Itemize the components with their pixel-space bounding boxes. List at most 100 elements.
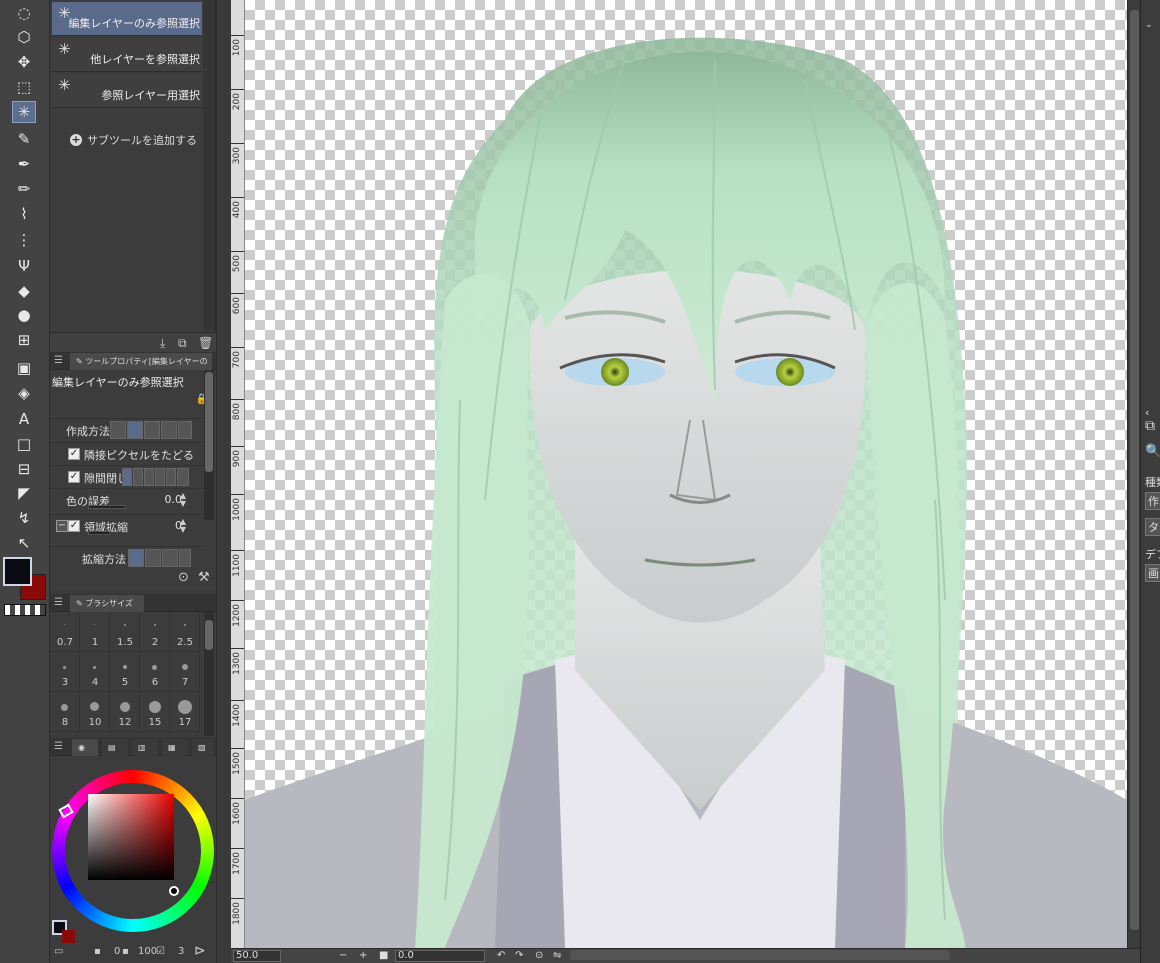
transparent-color-swatch[interactable]	[4, 604, 46, 616]
subtool-item-reference-layer[interactable]: ✳ 参照レイヤー用選択	[52, 74, 202, 108]
duplicate-icon[interactable]: ⧉	[178, 336, 187, 351]
play-icon[interactable]: ⊳	[194, 943, 206, 959]
brush-size-cell[interactable]: 17	[170, 692, 200, 732]
gradient-icon[interactable]: ▣	[12, 357, 36, 379]
brush-size-cell[interactable]: 6	[140, 652, 170, 692]
blend-icon[interactable]: ●	[12, 304, 36, 326]
spinner-icon[interactable]: ▲ ▼	[180, 492, 186, 508]
brush-icon[interactable]: ⌇	[12, 203, 36, 225]
eyedropper-icon[interactable]: ✎	[12, 128, 36, 150]
tab-color-set[interactable]: ▥	[132, 739, 158, 756]
brush-size-cell[interactable]: 5	[110, 652, 140, 692]
color-tolerance-slider[interactable]	[88, 505, 126, 509]
main-color-swatch[interactable]	[3, 557, 32, 586]
move-icon[interactable]: ✥	[12, 51, 36, 73]
drawing-canvas[interactable]	[245, 0, 1127, 948]
scaling-method-buttons[interactable]	[128, 549, 191, 567]
save-icon[interactable]: ▪	[94, 946, 101, 957]
brush-size-cell[interactable]: 2.5	[170, 612, 200, 652]
reset-icon[interactable]: ⊙	[178, 570, 189, 585]
frame-icon[interactable]: ⊟	[12, 458, 36, 480]
chevron-right-icon[interactable]	[177, 468, 189, 486]
collapse-icon[interactable]: −	[56, 520, 68, 532]
flip-icon[interactable]: ⇋	[553, 950, 561, 961]
fill-icon[interactable]: ◈	[12, 382, 36, 404]
tab-intermediate-color[interactable]: ▦	[162, 739, 188, 756]
scaling-square-button[interactable]	[128, 549, 144, 567]
brush-size-cell[interactable]: 1.5	[110, 612, 140, 652]
wrench-icon[interactable]: ⚒	[198, 570, 210, 585]
figure-icon[interactable]: □	[12, 433, 36, 455]
saturation-value-marker[interactable]	[169, 886, 179, 896]
brush-size-cell[interactable]: 1	[80, 612, 110, 652]
import-icon[interactable]: ⤓	[160, 336, 165, 351]
creation-method-buttons[interactable]	[110, 421, 192, 439]
screen-field[interactable]: 画	[1145, 564, 1160, 582]
transparent-swatch-icon[interactable]: ▭	[54, 946, 63, 957]
tab-tool-property[interactable]: ✎ ツールプロパティ[編集レイヤーの	[70, 353, 212, 370]
new-selection-button[interactable]	[110, 421, 126, 439]
add-subtool-button[interactable]: + サブツールを追加する	[70, 132, 197, 148]
adjacent-pixels-checkbox[interactable]: ✓	[68, 448, 80, 460]
intersect-selection-button[interactable]	[161, 421, 177, 439]
scaling-round-button[interactable]	[145, 549, 161, 567]
rotate-left-icon[interactable]: ↶	[497, 950, 505, 961]
scroll-thumb[interactable]	[1130, 10, 1139, 930]
brush-size-cell[interactable]: 15	[140, 692, 170, 732]
area-scaling-checkbox[interactable]: ✓	[68, 520, 80, 532]
gap-level-1[interactable]	[122, 468, 132, 486]
text-icon[interactable]: A	[12, 408, 36, 430]
magic-wand-icon[interactable]: ✳	[12, 101, 36, 123]
property-scrollbar[interactable]	[204, 370, 214, 520]
brush-size-cell[interactable]: 0.7	[50, 612, 80, 652]
ruler-icon[interactable]: ◤	[12, 482, 36, 504]
scaling-blur-button[interactable]	[162, 549, 178, 567]
tab-approximate-color[interactable]: ▧	[192, 739, 214, 756]
gap-level-3[interactable]	[144, 468, 154, 486]
search-icon[interactable]: 🔍	[1145, 444, 1160, 459]
grid-icon[interactable]: ⊞	[12, 329, 36, 351]
chevron-down-icon[interactable]	[179, 549, 191, 567]
chevron-down-icon[interactable]: ⌄	[1145, 20, 1153, 30]
reset-rotation-icon[interactable]: ⊙	[535, 950, 543, 961]
subtool-scrollbar[interactable]	[203, 0, 215, 330]
subtract-selection-button[interactable]	[144, 421, 160, 439]
zoom-field[interactable]: 50.0	[233, 950, 281, 962]
tab-color-wheel[interactable]: ◉	[72, 739, 98, 756]
square-icon[interactable]: ■	[379, 950, 388, 961]
eraser-icon[interactable]: ◆	[12, 280, 36, 302]
brush-size-cell[interactable]: 2	[140, 612, 170, 652]
spinner-icon[interactable]: ▲ ▼	[180, 518, 186, 534]
brush-size-cell[interactable]: 10	[80, 692, 110, 732]
subtool-item-other-layer[interactable]: ✳ 他レイヤーを参照選択	[52, 38, 202, 72]
scroll-thumb[interactable]	[205, 372, 213, 472]
tab-brush-size[interactable]: ✎ ブラシサイズ	[70, 595, 144, 612]
lasso-select-icon[interactable]: ◌	[12, 2, 36, 24]
subtool-item-edit-layer-only[interactable]: ✳ 編集レイヤーのみ参照選択	[52, 2, 202, 36]
panel-menu-icon[interactable]: ☰	[54, 741, 63, 752]
saturation-value-square[interactable]	[88, 794, 174, 880]
brush-size-cell[interactable]: 4	[80, 652, 110, 692]
panel-menu-icon[interactable]: ☰	[54, 355, 63, 366]
zoom-out-icon[interactable]: −	[339, 950, 347, 961]
area-scaling-slider[interactable]	[88, 531, 110, 535]
create-field[interactable]: 作	[1145, 492, 1160, 510]
selection-icon[interactable]: ⬚	[12, 76, 36, 98]
panel-menu-icon[interactable]: ☰	[54, 597, 63, 608]
brush-size-cell[interactable]: 7	[170, 652, 200, 692]
close-gap-checkbox[interactable]: ✓	[68, 471, 80, 483]
brush-size-cell[interactable]: 3	[50, 652, 80, 692]
canvas-vertical-scrollbar[interactable]	[1127, 0, 1140, 948]
zoom-in-icon[interactable]: +	[359, 950, 367, 961]
object-select-icon[interactable]: ⬡	[12, 26, 36, 48]
brush-size-cell[interactable]: 8	[50, 692, 80, 732]
rotation-field[interactable]: 0.0	[395, 950, 485, 962]
pen-icon[interactable]: ✒	[12, 153, 36, 175]
brush-size-cell[interactable]: 12	[110, 692, 140, 732]
horizontal-scrollbar[interactable]	[570, 950, 950, 960]
decoration-icon[interactable]: Ψ	[12, 255, 36, 277]
tab-field[interactable]: タ	[1145, 518, 1160, 536]
pencil-icon[interactable]: ✏	[12, 178, 36, 200]
gap-level-4[interactable]	[155, 468, 165, 486]
operation-icon[interactable]: ↖	[12, 532, 36, 554]
